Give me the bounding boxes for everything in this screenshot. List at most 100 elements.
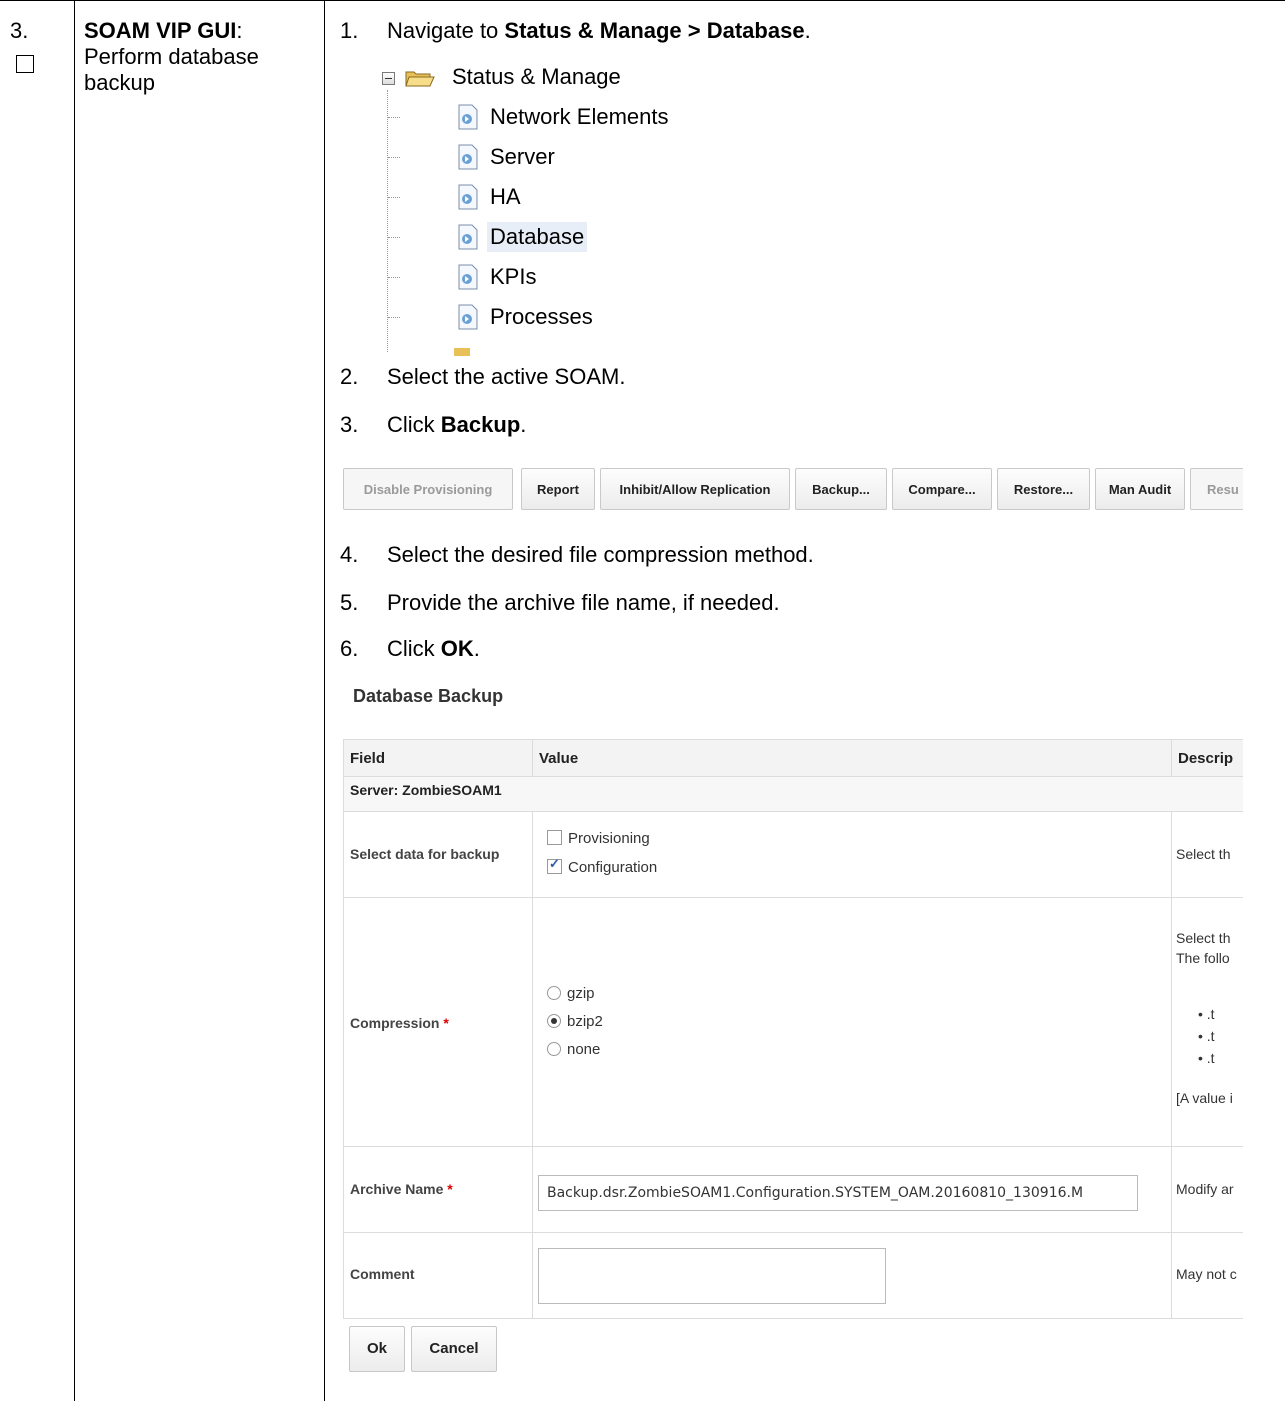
column-header-field: Field <box>343 739 533 777</box>
tree-connector <box>388 197 400 198</box>
tree-item-processes[interactable]: Processes <box>370 302 750 332</box>
instruction-text-end: . <box>520 412 527 437</box>
compression-label: Compression * <box>344 1015 449 1031</box>
tree-item-label: KPIs <box>490 264 537 289</box>
page-status-icon <box>458 144 478 170</box>
navigation-tree: Status & Manage Network Elements Server … <box>370 60 750 356</box>
select-data-label-cell: Select data for backup <box>343 811 533 898</box>
required-marker: * <box>443 1015 449 1031</box>
man-audit-button[interactable]: Man Audit <box>1095 468 1185 510</box>
none-radio[interactable] <box>547 1042 561 1056</box>
compression-bullet: • .t <box>1198 1006 1215 1022</box>
bzip2-option[interactable]: bzip2 <box>547 1013 603 1030</box>
compression-label-text: Compression <box>350 1015 440 1031</box>
folder-partial-icon <box>454 348 470 356</box>
none-label: none <box>567 1041 601 1058</box>
table-col-divider-1 <box>74 0 75 1401</box>
inhibit-allow-replication-button[interactable]: Inhibit/Allow Replication <box>600 468 790 510</box>
tree-item-label-selected: Database <box>487 222 588 252</box>
instruction-number: 2. <box>340 364 359 389</box>
tree-item-label: HA <box>490 184 521 209</box>
collapse-icon[interactable] <box>382 72 395 85</box>
instruction-text: Select the active SOAM. <box>387 364 626 389</box>
bzip2-label: bzip2 <box>567 1013 603 1030</box>
provisioning-checkbox[interactable] <box>547 830 562 845</box>
compression-bullet: • .t <box>1198 1050 1215 1066</box>
cancel-button[interactable]: Cancel <box>411 1326 497 1372</box>
compare-button[interactable]: Compare... <box>892 468 992 510</box>
compression-description-line3: [A value i <box>1176 1090 1233 1106</box>
instruction-number: 1. <box>340 18 359 43</box>
tree-root[interactable]: Status & Manage <box>370 62 750 92</box>
compression-description-cell: Select th The follo • .t • .t • .t [A va… <box>1171 897 1243 1147</box>
tree-root-label: Status & Manage <box>452 64 621 89</box>
tree-item-server[interactable]: Server <box>370 142 750 172</box>
comment-description: May not c <box>1176 1266 1237 1282</box>
provisioning-option[interactable]: Provisioning <box>547 830 650 847</box>
report-button[interactable]: Report <box>521 468 595 510</box>
page-status-icon <box>458 264 478 290</box>
page-status-icon <box>458 184 478 210</box>
tree-connector <box>388 317 400 318</box>
instruction-6: 6. Click OK. <box>340 636 480 662</box>
backup-button[interactable]: Backup... <box>795 468 887 510</box>
instruction-bold: OK <box>440 636 474 661</box>
tree-item-network-elements[interactable]: Network Elements <box>370 102 750 132</box>
ok-button[interactable]: Ok <box>349 1326 405 1372</box>
gzip-label: gzip <box>567 985 595 1002</box>
archive-name-label-cell: Archive Name * <box>343 1146 533 1233</box>
instruction-number: 4. <box>340 542 359 567</box>
tree-connector <box>388 277 400 278</box>
comment-label: Comment <box>350 1266 415 1282</box>
configuration-option[interactable]: Configuration <box>547 856 658 876</box>
page-status-icon <box>458 104 478 130</box>
configuration-checkbox[interactable] <box>547 856 562 874</box>
tree-item-label: Processes <box>490 304 593 329</box>
select-data-description-cell: Select th <box>1171 811 1243 898</box>
archive-name-label-text: Archive Name <box>350 1181 444 1197</box>
column-header-value: Value <box>532 739 1172 777</box>
comment-description-cell: May not c <box>1171 1232 1243 1319</box>
comment-textarea[interactable] <box>538 1248 886 1304</box>
instruction-number: 3. <box>340 412 359 437</box>
instruction-text: Provide the archive file name, if needed… <box>387 590 780 615</box>
instruction-3: 3. Click Backup. <box>340 412 526 438</box>
archive-name-description: Modify ar <box>1176 1181 1234 1197</box>
compression-label-cell: Compression * <box>343 897 533 1147</box>
step-number: 3. <box>10 18 29 43</box>
instruction-2: 2. Select the active SOAM. <box>340 364 625 390</box>
tree-connector <box>388 237 400 238</box>
comment-value-cell <box>532 1232 1172 1319</box>
compression-description-line1: Select th <box>1176 930 1231 946</box>
instruction-text-end: . <box>804 18 811 43</box>
instruction-number: 6. <box>340 636 359 661</box>
archive-name-input[interactable]: Backup.dsr.ZombieSOAM1.Configuration.SYS… <box>538 1175 1138 1211</box>
instruction-4: 4. Select the desired file compression me… <box>340 542 814 568</box>
database-toolbar: Disable Provisioning Report Inhibit/Allo… <box>343 468 1243 512</box>
archive-name-label: Archive Name * <box>344 1181 453 1197</box>
gzip-option[interactable]: gzip <box>547 985 595 1002</box>
tree-item-ha[interactable]: HA <box>370 182 750 212</box>
step-title-colon: : <box>236 18 243 43</box>
select-data-value-cell: Provisioning Configuration <box>532 811 1172 898</box>
select-data-label: Select data for backup <box>350 846 500 862</box>
gzip-radio[interactable] <box>547 986 561 1000</box>
step-title-rest: Perform database backup <box>84 44 259 95</box>
disable-provisioning-button[interactable]: Disable Provisioning <box>343 468 513 510</box>
archive-name-description-cell: Modify ar <box>1171 1146 1243 1233</box>
tree-item-label: Server <box>490 144 555 169</box>
resume-button[interactable]: Resu <box>1190 468 1243 510</box>
configuration-label: Configuration <box>568 859 658 876</box>
instruction-bold: Status & Manage > Database <box>504 18 805 43</box>
step-checkbox[interactable] <box>16 55 34 73</box>
bzip2-radio[interactable] <box>547 1014 561 1028</box>
table-col-divider-2 <box>324 0 325 1401</box>
tree-item-database[interactable]: Database <box>370 222 750 252</box>
restore-button[interactable]: Restore... <box>997 468 1090 510</box>
none-option[interactable]: none <box>547 1041 600 1058</box>
tree-connector <box>388 157 400 158</box>
tree-item-kpis[interactable]: KPIs <box>370 262 750 292</box>
column-header-description: Descrip <box>1171 739 1243 777</box>
compression-bullet: • .t <box>1198 1028 1215 1044</box>
step-title-bold: SOAM VIP GUI <box>84 18 237 43</box>
